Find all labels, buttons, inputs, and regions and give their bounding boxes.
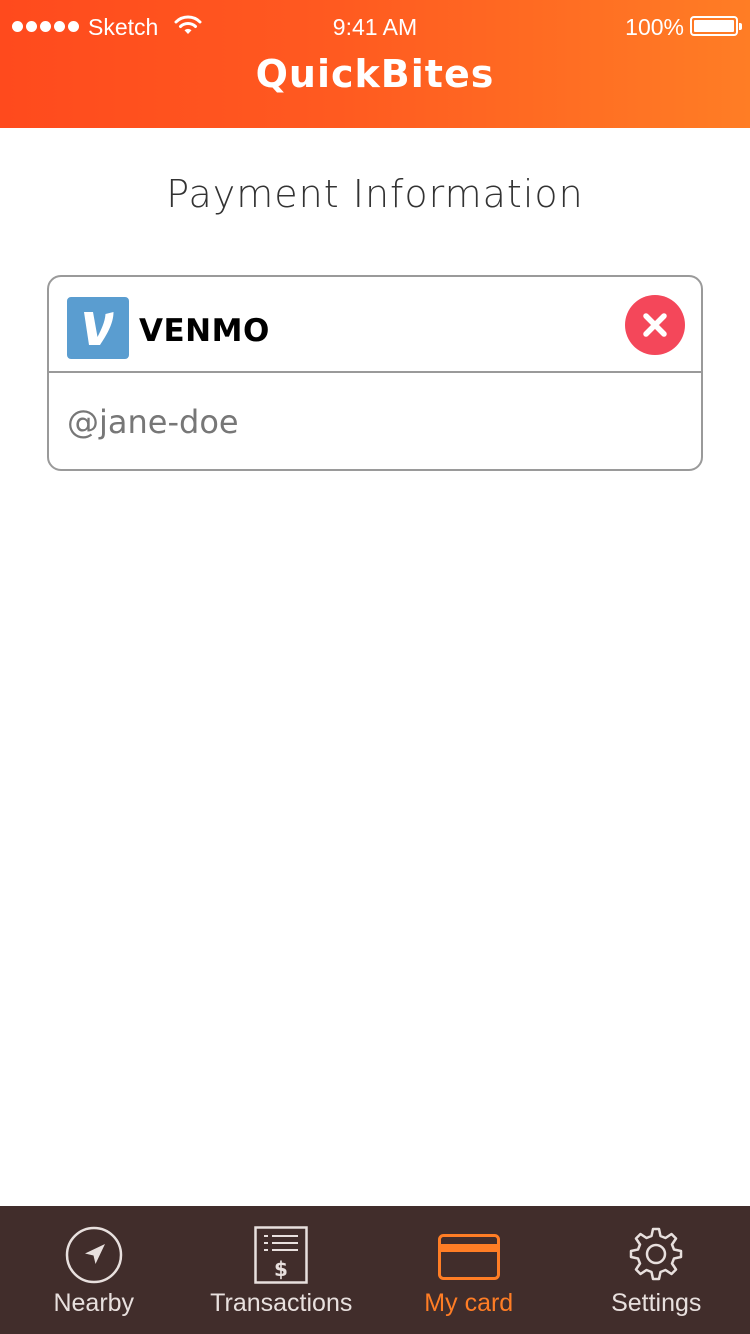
credit-card-icon [437,1234,500,1280]
tab-label-my-card: My card [424,1289,514,1317]
battery-icon [690,16,742,36]
payment-method-card: VENMO [47,275,703,471]
remove-payment-button[interactable] [625,295,685,355]
venmo-logo-icon [67,297,129,359]
tab-settings[interactable]: Settings [563,1206,750,1334]
payment-method-header: VENMO [49,277,701,373]
payment-provider-name: VENMO [139,313,270,349]
app-title: QuickBites [255,52,495,96]
tab-label-transactions: Transactions [210,1289,353,1317]
gear-icon [630,1227,683,1281]
tab-transactions[interactable]: $ Transactions [188,1206,376,1334]
venmo-handle-input[interactable] [49,375,701,469]
battery-percent: 100% [625,14,684,40]
receipt-icon: $ [254,1226,308,1284]
close-icon [643,313,667,337]
tab-bar: Nearby $ Transactions My card Settings [0,1206,750,1334]
svg-text:$: $ [274,1257,288,1281]
tab-label-settings: Settings [611,1289,702,1317]
app-header: Sketch 9:41 AM 100% QuickBites [0,0,750,128]
tab-nearby[interactable]: Nearby [0,1206,188,1334]
tab-my-card[interactable]: My card [375,1206,563,1334]
page-title: Payment Information [166,172,584,216]
status-bar: Sketch 9:41 AM 100% [0,0,750,56]
location-arrow-icon [65,1226,122,1284]
tab-label-nearby: Nearby [53,1289,135,1317]
